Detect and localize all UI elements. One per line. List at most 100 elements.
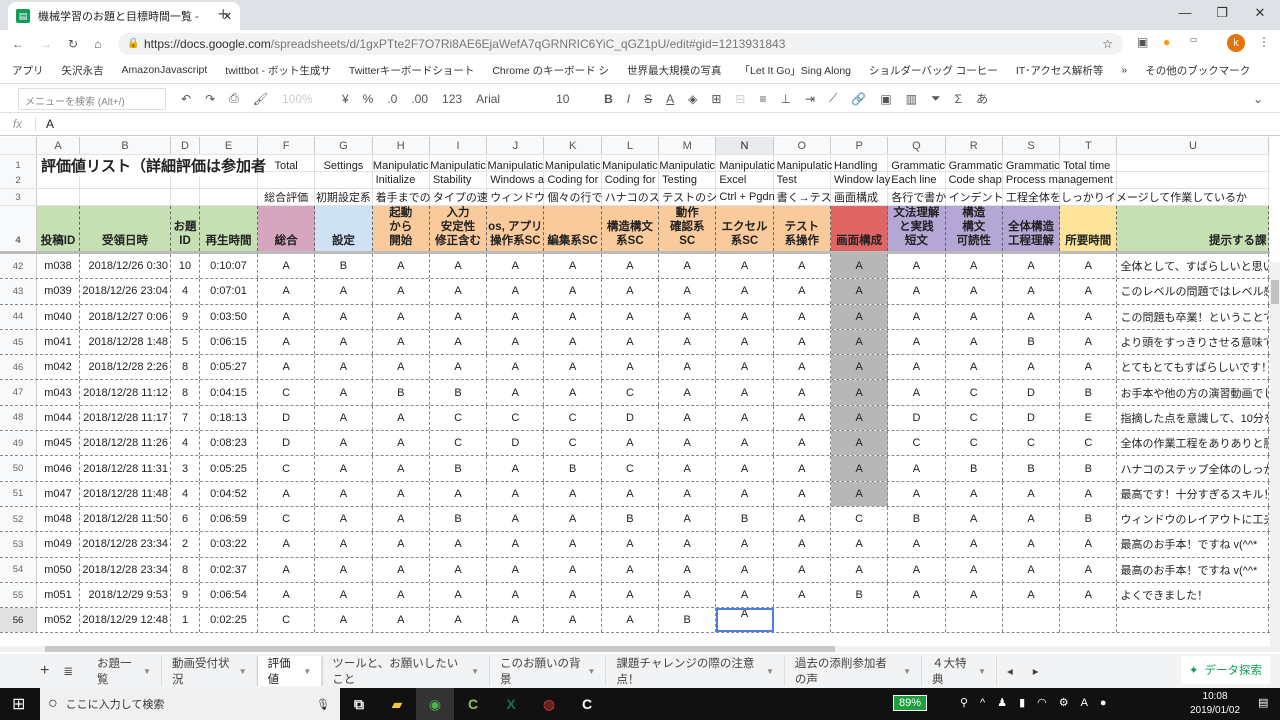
grade-cell[interactable]: A [1003, 355, 1061, 380]
grade-cell[interactable]: B [831, 582, 889, 608]
grade-cell[interactable]: A [888, 254, 946, 279]
received-date-cell[interactable]: 2018/12/28 11:12 [80, 380, 171, 405]
grade-cell[interactable]: A [830, 456, 889, 481]
received-date-cell[interactable]: 2018/12/28 2:26 [80, 355, 171, 380]
header-label[interactable]: タイプの速 [430, 189, 488, 205]
bookmark-item[interactable]: IT･アクセス解析等 [1016, 63, 1104, 78]
close-window-button[interactable]: ✕ [1240, 5, 1280, 21]
all-sheets-icon[interactable]: ≣ [59, 664, 87, 678]
sheet-tab[interactable]: ツールと、お願いしたいこと ▼ [322, 656, 491, 686]
received-date-cell[interactable]: 2018/12/28 23:34 [80, 557, 171, 582]
received-date-cell[interactable]: 2018/12/29 12:48 [80, 608, 171, 633]
grade-cell[interactable]: C [258, 506, 316, 532]
topic-id-cell[interactable]: 7 [171, 405, 200, 431]
grade-cell[interactable]: A [315, 456, 373, 481]
comment-cell[interactable]: 最高のお手本！ですね v(^^* [1117, 557, 1270, 582]
topic-id-cell[interactable]: 3 [171, 456, 200, 481]
row-number[interactable]: 56 [0, 608, 37, 633]
grade-cell[interactable]: A [774, 254, 831, 279]
grade-cell[interactable]: A [544, 304, 602, 329]
vertical-scrollbar[interactable] [1270, 262, 1280, 646]
grade-cell[interactable]: B [373, 380, 430, 405]
grade-cell[interactable]: A [888, 532, 946, 557]
post-id-cell[interactable]: m052 [37, 608, 80, 633]
redo-icon[interactable]: ↷ [198, 92, 222, 106]
grade-cell[interactable]: A [659, 254, 717, 279]
received-date-cell[interactable]: 2018/12/28 11:48 [80, 481, 171, 506]
comment-cell[interactable]: ハナコのステップ全体のしっか [1117, 456, 1270, 481]
chevron-down-icon[interactable]: ▼ [978, 667, 986, 676]
row-number[interactable]: 3 [0, 189, 37, 205]
grade-cell[interactable]: A [659, 582, 717, 608]
grade-cell[interactable]: A [716, 380, 774, 405]
grade-cell[interactable]: B [430, 380, 488, 405]
chevron-down-icon[interactable]: ▼ [766, 667, 774, 676]
menu-search-input[interactable]: メニューを検索 (Alt+/) [18, 87, 166, 110]
row-number[interactable]: 51 [0, 481, 37, 506]
grade-cell[interactable]: A [373, 481, 430, 506]
topic-id-cell[interactable]: 9 [171, 304, 200, 329]
grade-cell[interactable]: A [946, 481, 1003, 506]
grade-cell[interactable]: B [946, 456, 1003, 481]
comment-cell[interactable]: お手本や他の方の演習動画でし [1117, 380, 1270, 405]
bookmark-item[interactable]: Chrome のキーボード シ [492, 63, 609, 78]
grade-cell[interactable]: C [1060, 431, 1118, 456]
grade-cell[interactable]: A [888, 355, 946, 380]
grade-cell[interactable]: A [430, 481, 488, 506]
header-label[interactable]: Coding for [602, 172, 660, 188]
grade-cell[interactable]: A [659, 506, 717, 532]
grade-cell[interactable]: A [315, 405, 373, 431]
header-label[interactable]: 着手までの [373, 189, 431, 205]
grade-cell[interactable]: A [659, 405, 717, 431]
topic-id-cell[interactable]: 5 [171, 329, 200, 355]
grade-cell[interactable]: A [659, 557, 717, 582]
grade-cell[interactable]: A [888, 304, 946, 329]
grade-cell[interactable]: C [946, 380, 1003, 405]
extension-icon[interactable]: ▭ [1190, 35, 1198, 44]
play-time-cell[interactable]: 0:07:01 [200, 279, 258, 304]
grade-cell[interactable]: A [716, 481, 774, 506]
sheet-tab[interactable]: 評価値 ▼ [257, 656, 323, 686]
grade-cell[interactable]: A [602, 557, 660, 582]
header-label[interactable]: Excel [716, 172, 774, 188]
play-time-cell[interactable]: 0:03:50 [200, 304, 258, 329]
italic-icon[interactable]: I [620, 92, 637, 106]
post-id-cell[interactable]: m047 [37, 481, 80, 506]
grade-cell[interactable]: A [487, 456, 545, 481]
grade-cell[interactable]: A [774, 405, 831, 431]
grade-cell[interactable]: C [544, 405, 602, 431]
play-time-cell[interactable]: 0:03:22 [200, 532, 258, 557]
text-color-icon[interactable]: A [659, 92, 681, 106]
grade-cell[interactable]: A [830, 355, 889, 380]
play-time-cell[interactable]: 0:02:37 [200, 557, 258, 582]
received-date-cell[interactable]: 2018/12/28 1:48 [80, 329, 171, 355]
grade-cell[interactable]: A [946, 355, 1003, 380]
grade-cell[interactable]: A [659, 279, 717, 304]
play-time-cell[interactable]: 0:04:15 [200, 380, 258, 405]
grade-cell[interactable]: A [1003, 582, 1061, 608]
chrome-icon[interactable]: ◉ [416, 688, 454, 720]
grade-cell[interactable]: A [373, 431, 430, 456]
grade-cell[interactable]: A [774, 304, 831, 329]
grade-cell[interactable]: B [716, 506, 774, 532]
grade-cell[interactable]: A [544, 557, 602, 582]
topic-id-cell[interactable]: 8 [171, 380, 200, 405]
column-title[interactable]: 提示する課 [1117, 206, 1270, 251]
grade-cell[interactable]: A [315, 608, 373, 633]
grade-cell[interactable] [774, 608, 831, 633]
grade-cell[interactable]: A [602, 304, 660, 329]
grade-cell[interactable]: A [888, 481, 946, 506]
star-icon[interactable]: ☆ [1102, 33, 1113, 55]
grade-cell[interactable]: C [946, 431, 1003, 456]
grade-cell[interactable]: A [430, 279, 488, 304]
header-label[interactable]: Stability [430, 172, 488, 188]
grade-cell[interactable]: A [315, 304, 373, 329]
header-label[interactable] [1060, 189, 1118, 205]
grade-cell[interactable]: A [373, 456, 430, 481]
paint-format-icon[interactable]: 🖌 [246, 92, 275, 106]
sheet-tab[interactable]: 動画受付状況 ▼ [162, 656, 258, 686]
received-date-cell[interactable]: 2018/12/29 9:53 [80, 582, 171, 608]
grade-cell[interactable]: A [1060, 355, 1118, 380]
topic-id-cell[interactable]: 1 [171, 608, 200, 633]
scroll-tabs-right-icon[interactable]: ▸ [1023, 664, 1049, 678]
